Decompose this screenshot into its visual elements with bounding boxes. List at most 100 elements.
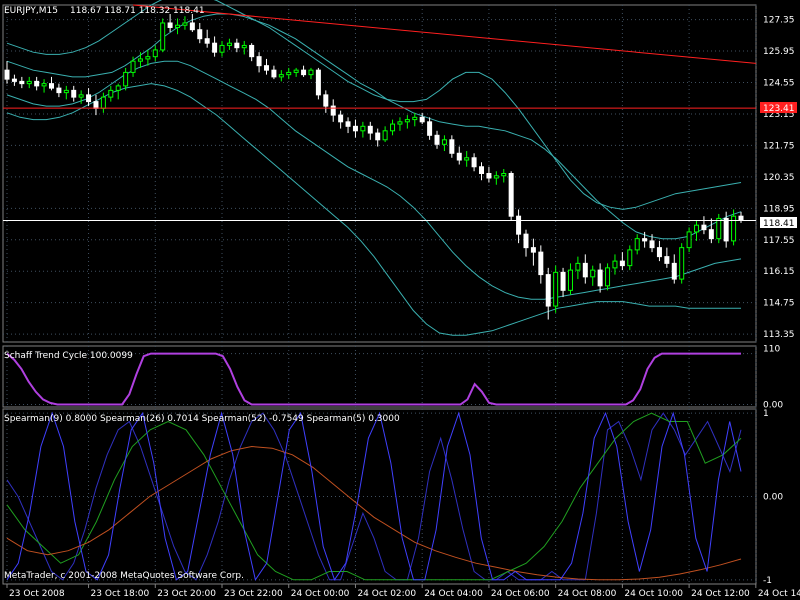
candle-body xyxy=(352,125,358,132)
price-tick-label: 127.35 xyxy=(763,16,795,26)
candle-body xyxy=(338,114,344,123)
candle-body xyxy=(56,87,62,94)
candle-body xyxy=(123,71,129,87)
copyright-text: MetaTrader, c 2001-2008 MetaQuotes Softw… xyxy=(4,571,244,581)
time-tick-label: 24 Oct 10:00 xyxy=(624,589,683,599)
candle-body xyxy=(590,269,596,278)
candle-body xyxy=(575,262,581,271)
candle-body xyxy=(553,271,559,307)
time-tick-label: 23 Oct 2008 xyxy=(9,589,65,599)
candle-body xyxy=(597,269,603,287)
candle-body xyxy=(86,94,92,103)
candle-body xyxy=(649,240,655,249)
mt4-chart-window[interactable]: 127.35125.95124.55123.15121.75120.35118.… xyxy=(0,0,800,600)
bollinger-band-outer-upper xyxy=(6,0,742,210)
price-tick-label: 117.55 xyxy=(763,236,795,246)
candle-body xyxy=(723,217,729,242)
price-tick-label: 120.35 xyxy=(763,173,795,183)
candle-body xyxy=(219,44,225,53)
candle-body xyxy=(375,132,381,141)
stc-title: Schaff Trend Cycle 100.0099 xyxy=(4,351,133,361)
price-lines[interactable] xyxy=(3,4,757,221)
time-tick-label: 24 Oct 08:00 xyxy=(558,589,617,599)
time-tick-label: 24 Oct 02:00 xyxy=(357,589,416,599)
time-tick-label: 24 Oct 00:00 xyxy=(291,589,350,599)
candle-body xyxy=(197,29,203,40)
candle-body xyxy=(582,262,588,278)
candle-body xyxy=(404,119,410,123)
candle-body xyxy=(11,78,17,82)
candle-body xyxy=(78,94,84,98)
bollinger-band-inner-upper xyxy=(6,13,742,240)
red-level-price: 123.41 xyxy=(763,104,795,114)
spearman-tick-label: 0.00 xyxy=(763,493,783,503)
bollinger-band-outer-lower xyxy=(6,83,741,336)
stc-pane xyxy=(6,352,741,406)
candle-body xyxy=(286,71,292,76)
candle-body xyxy=(612,260,618,269)
time-tick-label: 23 Oct 22:00 xyxy=(224,589,283,599)
price-tick-label: 125.95 xyxy=(763,47,795,57)
candle-body xyxy=(19,80,25,85)
candle-body xyxy=(293,69,299,73)
candle-body xyxy=(175,24,181,28)
candle-body xyxy=(390,123,396,132)
candle-body xyxy=(100,96,106,109)
candle-body xyxy=(479,166,485,174)
candle-body xyxy=(464,157,470,161)
candle-body xyxy=(567,269,573,291)
candle-body xyxy=(731,215,737,242)
candle-body xyxy=(160,22,166,51)
candle-body xyxy=(627,249,633,267)
candle-body xyxy=(486,173,492,179)
candle-body xyxy=(26,80,32,85)
candle-body xyxy=(701,224,707,231)
candle-body xyxy=(605,267,611,287)
candle-body xyxy=(530,247,536,253)
candle-body xyxy=(716,217,722,240)
candle-body xyxy=(63,89,69,94)
candle-body xyxy=(93,101,99,109)
trend-line xyxy=(132,4,757,64)
candle-body xyxy=(664,256,670,264)
candle-body xyxy=(560,271,566,291)
candle-body xyxy=(679,247,685,280)
candle-body xyxy=(545,274,551,307)
candle-body xyxy=(345,121,351,127)
candle-body xyxy=(263,65,269,71)
candle-body xyxy=(686,231,692,249)
candle-body xyxy=(315,69,321,96)
candle-body xyxy=(271,69,277,78)
candle-body xyxy=(145,56,151,60)
candle-body xyxy=(226,42,232,46)
spearman-title: Spearman(9) 0.8000 Spearman(26) 0.7014 S… xyxy=(4,414,400,424)
candle-body xyxy=(523,233,529,249)
candle-body xyxy=(412,116,418,121)
time-tick-label: 24 Oct 06:00 xyxy=(491,589,550,599)
candle-body xyxy=(471,157,477,168)
candle-body xyxy=(204,38,210,44)
time-tick-label: 23 Oct 18:00 xyxy=(91,589,150,599)
bollinger-bands xyxy=(6,0,742,336)
candle-body xyxy=(152,49,158,58)
grid xyxy=(3,5,757,584)
spearman-line-0 xyxy=(6,412,742,581)
time-tick-label: 24 Oct 14:00 xyxy=(758,589,800,599)
candle-body xyxy=(130,60,136,73)
candle-body xyxy=(48,83,54,89)
candlesticks[interactable] xyxy=(4,13,744,320)
candle-body xyxy=(708,229,714,240)
candle-body xyxy=(382,130,388,141)
candle-body xyxy=(360,125,366,132)
time-tick-label: 24 Oct 12:00 xyxy=(691,589,750,599)
candle-body xyxy=(41,83,47,87)
candle-body xyxy=(137,58,143,62)
candle-body xyxy=(308,69,314,76)
candle-body xyxy=(449,139,455,154)
stc-tick-label: 110 xyxy=(763,345,780,355)
candle-body xyxy=(456,152,462,161)
spearman-line-2 xyxy=(6,445,742,581)
candle-body xyxy=(256,56,262,67)
candle-body xyxy=(501,173,507,177)
spearman-pane xyxy=(6,411,742,582)
